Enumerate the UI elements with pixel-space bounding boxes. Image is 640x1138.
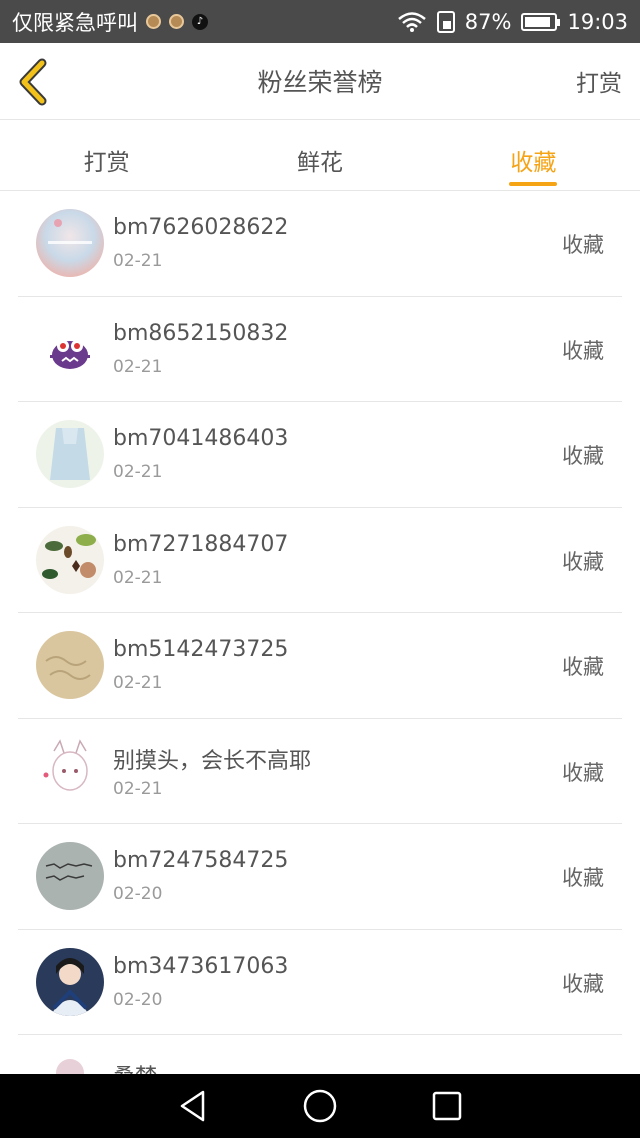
blue-dress-avatar[interactable] — [36, 420, 104, 488]
user-date: 02-20 — [113, 989, 163, 1010]
favorite-label: 收藏 — [562, 444, 604, 468]
user-date: 02-21 — [113, 356, 163, 377]
tiktok-icon: ♪ — [192, 13, 208, 30]
list-item[interactable]: 别摸头，会长不高耶 02-21 收藏 — [18, 719, 622, 824]
user-date: 02-21 — [113, 251, 163, 271]
user-name: bm7271884707 — [113, 531, 289, 557]
nav-home-button[interactable] — [300, 1086, 340, 1126]
user-name: 别摸头，会长不高耶 — [113, 748, 312, 774]
wifi-icon — [397, 11, 426, 32]
status-right: 87% 19:03 — [397, 10, 628, 34]
system-nav-bar — [0, 1074, 640, 1138]
tab-label: 收藏 — [510, 150, 557, 176]
user-name: bm7626028622 — [113, 215, 289, 240]
purple-monster-avatar[interactable] — [36, 314, 104, 383]
leaves-spices-avatar[interactable] — [36, 525, 104, 594]
handwriting-avatar[interactable] — [36, 842, 104, 910]
list-item[interactable]: 桑梦 — [18, 1035, 622, 1074]
user-date: 02-21 — [113, 567, 163, 588]
list-item[interactable]: bm8652150832 02-21 收藏 — [18, 297, 622, 402]
girl-portrait-avatar[interactable] — [36, 947, 104, 1016]
tab-flowers[interactable]: 鲜花 — [213, 121, 426, 190]
list-item[interactable]: bm7626028622 02-21 收藏 — [18, 191, 622, 297]
app-notification-icon — [169, 14, 184, 29]
reward-button[interactable]: 打赏 — [576, 64, 622, 98]
user-name: bm8652150832 — [113, 320, 289, 346]
user-date: 02-21 — [113, 673, 163, 693]
pastel-blur-avatar[interactable] — [36, 209, 104, 277]
list-item[interactable]: bm7247584725 02-20 收藏 — [18, 824, 622, 930]
header: 粉丝荣誉榜 打赏 — [0, 43, 640, 120]
user-date: 02-20 — [113, 884, 163, 904]
list-item[interactable]: bm7041486403 02-21 收藏 — [18, 402, 622, 508]
user-name: 桑梦 — [113, 1059, 157, 1074]
user-date: 02-21 — [113, 462, 163, 482]
carrier-text: 仅限紧急呼叫 — [12, 10, 138, 35]
clock: 19:03 — [567, 9, 628, 34]
user-name: bm5142473725 — [113, 637, 289, 662]
favorite-label: 收藏 — [562, 971, 604, 996]
partial-avatar[interactable] — [36, 1053, 104, 1074]
anime-cat-girl-avatar[interactable] — [36, 736, 104, 805]
favorite-label: 收藏 — [562, 655, 604, 679]
sim-icon — [436, 10, 455, 33]
page-title: 粉丝荣誉榜 — [257, 68, 383, 97]
status-left: 仅限紧急呼叫 ♪ — [12, 7, 397, 37]
nav-back-button[interactable] — [173, 1086, 213, 1126]
active-tab-indicator — [509, 182, 558, 186]
tab-bar: 打赏 鲜花 收藏 — [0, 121, 640, 191]
tab-reward[interactable]: 打赏 — [0, 121, 213, 190]
user-name: bm3473617063 — [113, 953, 289, 979]
tab-label: 鲜花 — [296, 150, 343, 176]
app-notification-icon — [146, 14, 161, 29]
square-recents-icon — [432, 1091, 461, 1121]
user-name: bm7247584725 — [113, 848, 289, 873]
nav-recents-button[interactable] — [427, 1086, 467, 1126]
list-item[interactable]: bm7271884707 02-21 收藏 — [18, 508, 622, 613]
favorite-label: 收藏 — [562, 549, 604, 574]
tab-label: 打赏 — [83, 150, 130, 176]
favorite-label: 收藏 — [562, 233, 604, 257]
user-date: 02-21 — [113, 778, 163, 799]
battery-level — [525, 16, 550, 27]
favorite-label: 收藏 — [562, 866, 604, 890]
sand-writing-avatar[interactable] — [36, 631, 104, 699]
tab-favorites[interactable]: 收藏 — [427, 121, 640, 190]
battery-icon — [521, 12, 561, 31]
user-name: bm7041486403 — [113, 426, 289, 451]
circle-home-icon — [303, 1089, 337, 1123]
list-item[interactable]: bm5142473725 02-21 收藏 — [18, 613, 622, 719]
favorite-label: 收藏 — [562, 760, 604, 785]
battery-percent: 87% — [464, 9, 512, 34]
favorite-label: 收藏 — [562, 338, 604, 363]
triangle-back-icon — [181, 1090, 205, 1122]
list-item[interactable]: bm3473617063 02-20 收藏 — [18, 930, 622, 1035]
fan-list[interactable]: bm7626028622 02-21 收藏 bm8652150832 02-21… — [0, 191, 640, 1074]
status-bar: 仅限紧急呼叫 ♪ 87% 19:03 — [0, 0, 640, 43]
